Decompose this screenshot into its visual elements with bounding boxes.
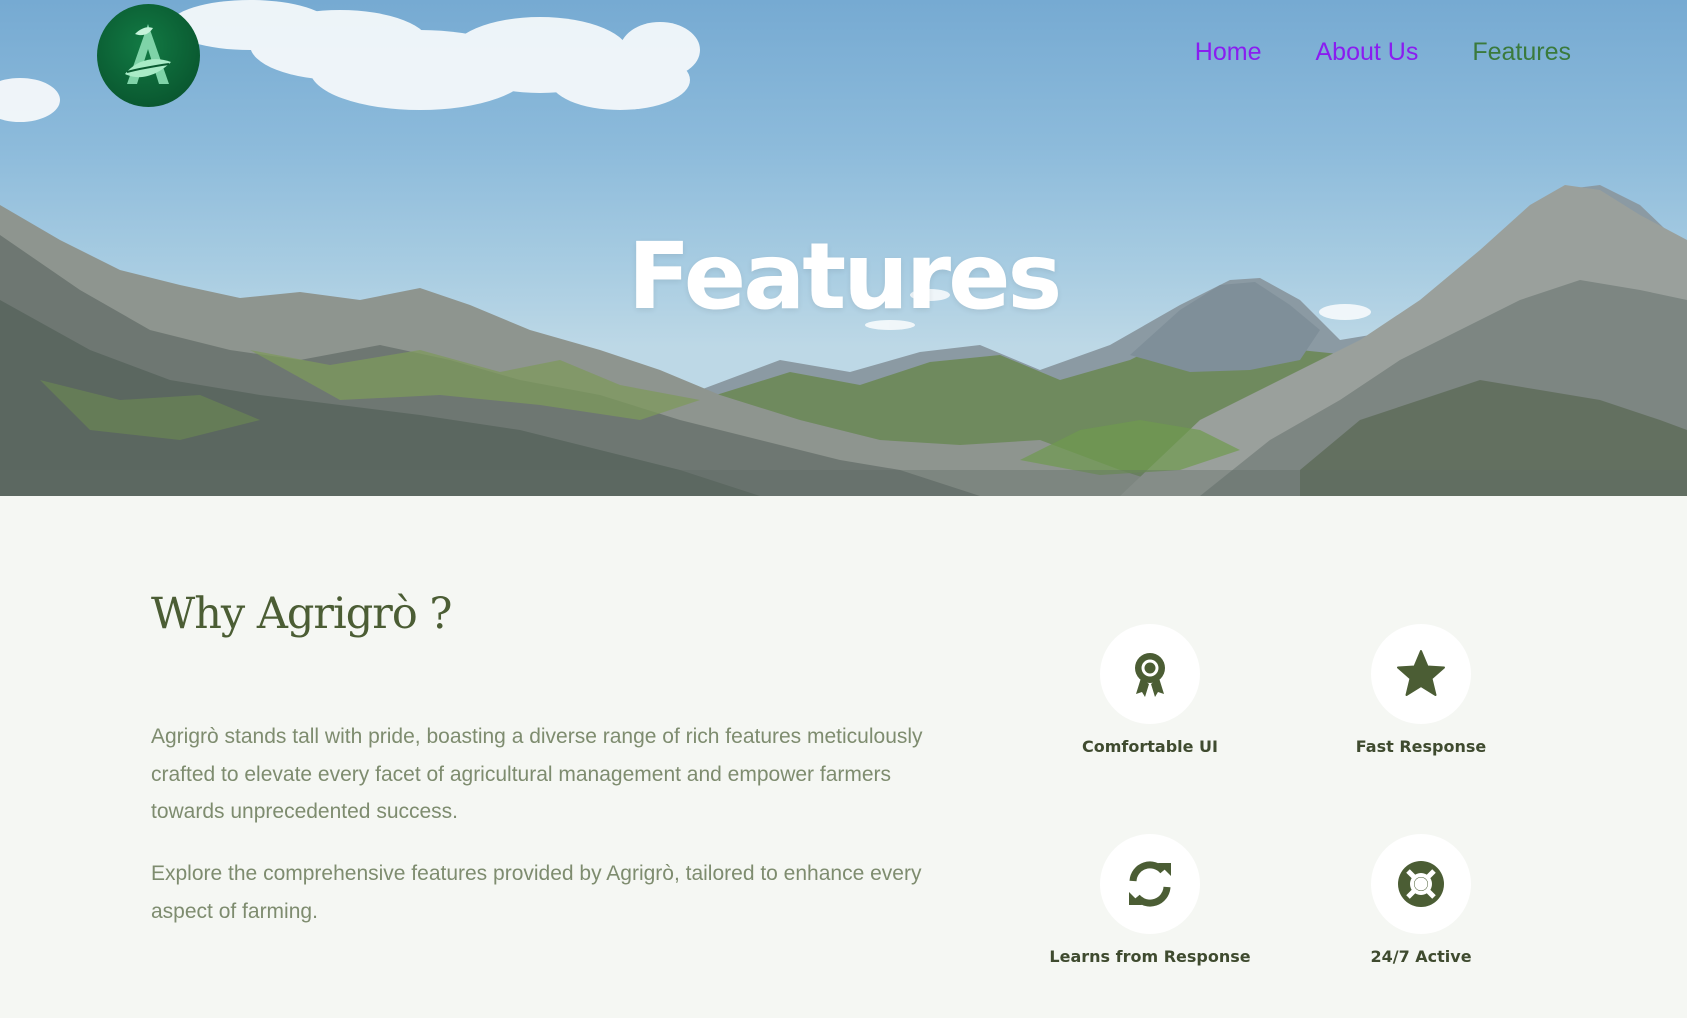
feature-icon-circle [1100,834,1200,934]
brand-logo[interactable] [97,4,200,107]
feature-label: Comfortable UI [1082,737,1218,756]
nav-link-about-us[interactable]: About Us [1315,38,1418,67]
feature-learns-from-response: Learns from Response [1030,834,1270,968]
lifebuoy-icon [1398,861,1444,907]
feature-grid: Comfortable UI Fast Response Learns from… [1030,624,1590,984]
nav-link-features[interactable]: Features [1472,38,1571,67]
feature-label: Fast Response [1355,737,1487,756]
feature-label: 24/7 Active [1370,947,1472,966]
feature-icon-circle [1100,624,1200,724]
feature-label: Learns from Response [1049,947,1251,966]
leaf-letter-a-logo-icon [125,24,171,84]
main-nav: Home About Us Features [1195,38,1571,67]
sync-arrows-icon [1129,861,1171,907]
feature-24-7-active: 24/7 Active [1301,834,1541,968]
award-ribbon-icon [1135,653,1165,697]
hero-title: Features [627,222,1063,330]
section-title: Why Agrigrò ? [151,589,452,639]
hero-banner: Home About Us Features Features [0,0,1687,496]
intro-paragraph: Agrigrò stands tall with pride, boasting… [151,725,923,823]
nav-link-home[interactable]: Home [1195,38,1262,67]
explore-paragraph: Explore the comprehensive features provi… [151,862,922,923]
feature-comfortable-ui: Comfortable UI [1030,624,1270,758]
why-section: Why Agrigrò ? Agrigrò stands tall with p… [0,496,1687,1018]
feature-fast-response: Fast Response [1301,624,1541,758]
star-icon [1397,650,1445,696]
page: Home About Us Features Features Why Agri… [0,0,1687,1018]
feature-icon-circle [1371,624,1471,724]
feature-icon-circle [1371,834,1471,934]
